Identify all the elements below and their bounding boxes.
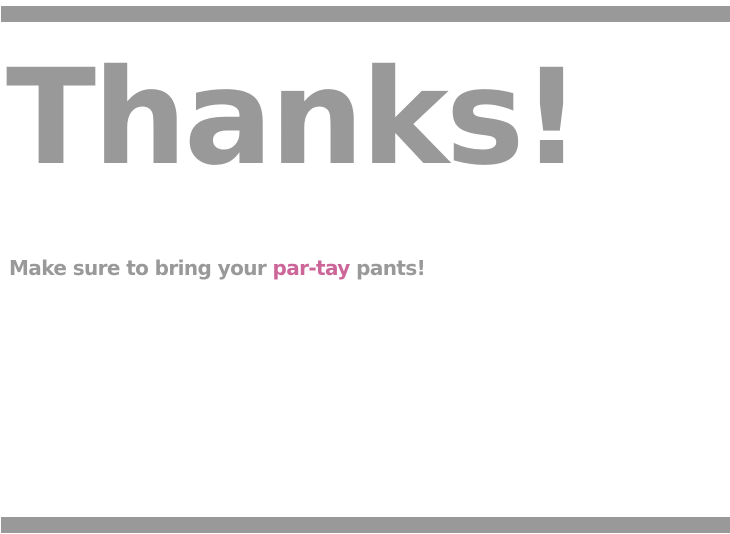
message-text: Make sure to bring your par-tay pants! <box>9 254 426 282</box>
bottom-divider-bar <box>1 517 730 533</box>
top-divider-bar <box>1 6 730 22</box>
message-text-end: pants! <box>349 256 426 280</box>
message-highlight: par-tay <box>272 256 350 280</box>
page-title: Thanks! <box>6 41 582 195</box>
message-text-start: Make sure to bring your <box>9 256 273 280</box>
